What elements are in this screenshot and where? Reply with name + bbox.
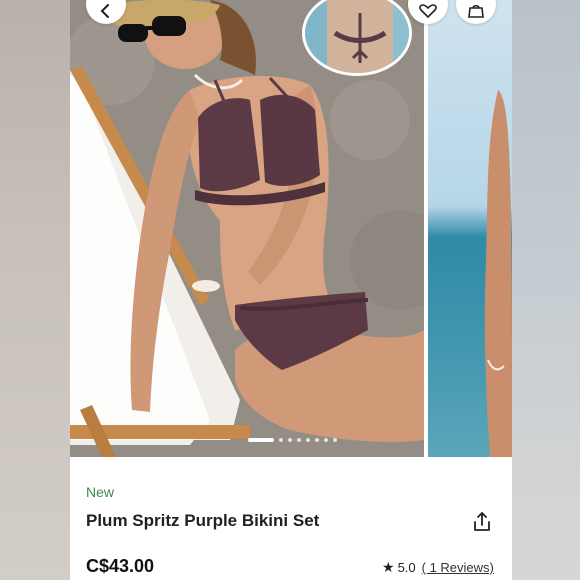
reviews-link[interactable]: ( 1 Reviews) — [422, 560, 494, 575]
pagination-dot[interactable] — [297, 438, 301, 442]
product-page: New Plum Spritz Purple Bikini Set C$43.0… — [70, 0, 512, 580]
pagination-dot[interactable] — [333, 438, 337, 442]
product-price: C$43.00 — [86, 556, 155, 576]
gallery-pagination — [248, 438, 337, 442]
pagination-dot[interactable] — [288, 438, 292, 442]
product-photo-next[interactable] — [428, 0, 512, 457]
rating-score: 5.0 — [397, 560, 416, 575]
pagination-dot[interactable] — [324, 438, 328, 442]
product-rating[interactable]: ★ 5.0 ( 1 Reviews) — [382, 559, 494, 576]
image-gallery[interactable] — [70, 0, 512, 457]
heart-icon — [419, 4, 437, 18]
chevron-left-icon — [100, 4, 109, 18]
next-photo-illustration — [484, 90, 512, 457]
shopping-bag-icon — [468, 4, 484, 18]
new-badge: New — [86, 484, 115, 500]
product-title: Plum Spritz Purple Bikini Set — [86, 511, 320, 530]
share-icon — [474, 512, 490, 531]
blurred-backdrop-left — [0, 0, 70, 580]
pagination-dot[interactable] — [315, 438, 319, 442]
star-icon: ★ — [382, 559, 395, 575]
blurred-backdrop-right — [512, 0, 580, 580]
pagination-dot[interactable] — [306, 438, 310, 442]
pagination-dot-active[interactable] — [248, 438, 274, 442]
share-button[interactable] — [470, 510, 494, 534]
pagination-dot[interactable] — [279, 438, 283, 442]
